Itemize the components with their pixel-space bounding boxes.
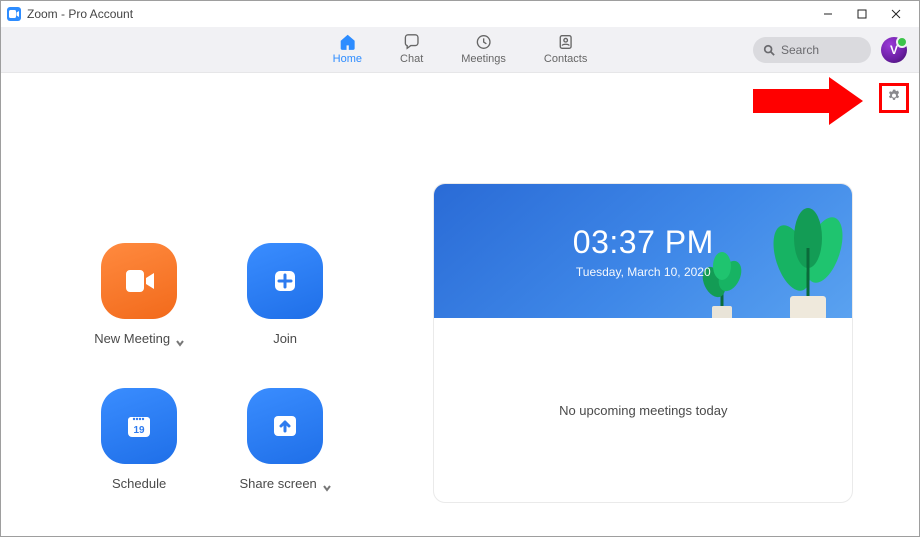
share-arrow-icon [268, 409, 302, 443]
new-meeting-action[interactable]: New Meeting [74, 243, 204, 346]
no-meetings-text: No upcoming meetings today [559, 403, 727, 418]
window-title: Zoom - Pro Account [27, 7, 133, 21]
card-body: No upcoming meetings today [434, 318, 852, 502]
maximize-button[interactable] [845, 3, 879, 25]
minimize-button[interactable] [811, 3, 845, 25]
tab-contacts-label: Contacts [544, 53, 587, 65]
video-icon [122, 264, 156, 298]
settings-highlight [879, 83, 909, 113]
schedule-tile: 19 [101, 388, 177, 464]
gear-icon [886, 88, 902, 104]
join-tile [247, 243, 323, 319]
svg-text:19: 19 [134, 425, 146, 436]
annotation-arrow [753, 77, 873, 125]
contacts-icon [556, 33, 576, 51]
plant-decoration [700, 252, 744, 318]
meetings-card: 03:37 PM Tuesday, March 10, 2020 No upco… [433, 183, 853, 503]
clock-icon [474, 33, 494, 51]
tab-meetings-label: Meetings [461, 53, 506, 65]
tab-home[interactable]: Home [333, 33, 362, 65]
tab-bar: Home Chat Meetings Contacts [333, 27, 588, 72]
schedule-action[interactable]: 19 Schedule [74, 388, 204, 491]
app-window: Zoom - Pro Account Home Chat [0, 0, 920, 537]
avatar[interactable]: V [881, 37, 907, 63]
share-screen-label: Share screen [239, 476, 316, 491]
join-action[interactable]: Join [220, 243, 350, 346]
chevron-down-icon[interactable] [176, 335, 184, 343]
content-area: New Meeting Join [1, 73, 919, 536]
tab-contacts[interactable]: Contacts [544, 33, 587, 65]
calendar-icon: 19 [122, 409, 156, 443]
chat-icon [402, 33, 422, 51]
share-screen-action[interactable]: Share screen [220, 388, 350, 491]
main-toolbar: Home Chat Meetings Contacts [1, 27, 919, 73]
settings-button[interactable] [886, 88, 902, 109]
card-hero: 03:37 PM Tuesday, March 10, 2020 [434, 184, 852, 318]
close-button[interactable] [879, 3, 913, 25]
actions-column: New Meeting Join [1, 73, 423, 536]
clock-time: 03:37 PM [573, 224, 714, 261]
home-icon [337, 33, 357, 51]
tab-home-label: Home [333, 53, 362, 65]
meetings-column: 03:37 PM Tuesday, March 10, 2020 No upco… [423, 73, 919, 536]
titlebar: Zoom - Pro Account [1, 1, 919, 27]
join-label: Join [273, 331, 297, 346]
tab-chat[interactable]: Chat [400, 33, 423, 65]
plus-icon [268, 264, 302, 298]
new-meeting-label: New Meeting [94, 331, 170, 346]
schedule-label: Schedule [112, 476, 166, 491]
chevron-down-icon[interactable] [323, 480, 331, 488]
share-screen-tile [247, 388, 323, 464]
search-icon [763, 44, 775, 56]
plant-decoration [768, 208, 848, 318]
clock-date: Tuesday, March 10, 2020 [576, 265, 711, 279]
new-meeting-tile [101, 243, 177, 319]
tab-chat-label: Chat [400, 53, 423, 65]
search-placeholder: Search [781, 43, 819, 57]
search-input[interactable]: Search [753, 37, 871, 63]
avatar-initial: V [890, 43, 898, 57]
tab-meetings[interactable]: Meetings [461, 33, 506, 65]
zoom-app-icon [7, 7, 21, 21]
